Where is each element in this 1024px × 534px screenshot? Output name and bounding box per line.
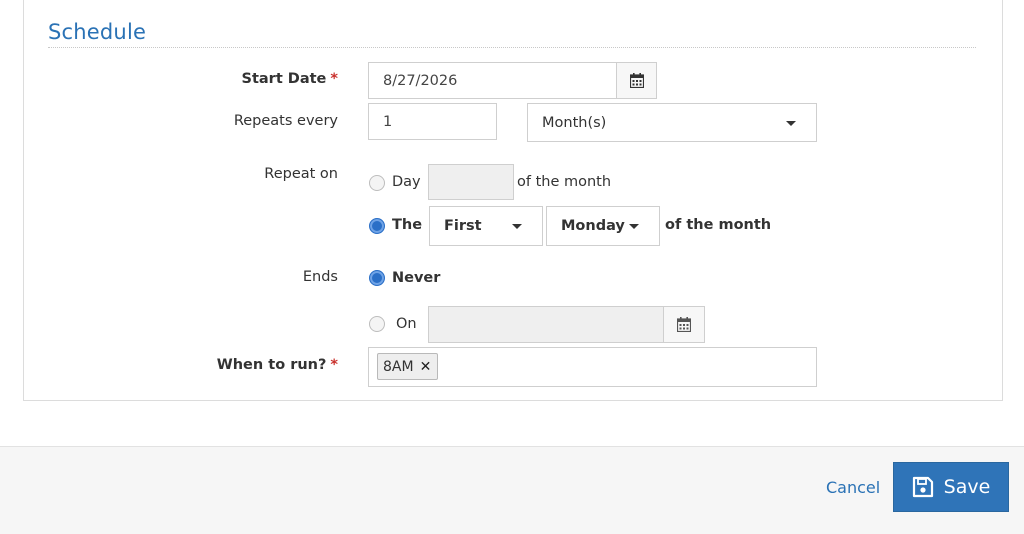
ends-never-radio[interactable] bbox=[369, 270, 385, 286]
chevron-down-icon bbox=[629, 224, 639, 229]
required-marker: * bbox=[330, 357, 338, 373]
repeat-day-suffix: of the month bbox=[517, 174, 612, 190]
weekday-select[interactable]: Monday bbox=[546, 206, 660, 246]
ordinal-select[interactable]: First bbox=[429, 206, 543, 246]
repeat-the-radio[interactable] bbox=[369, 218, 385, 234]
time-tag: 8AM ✕ bbox=[377, 353, 439, 380]
repeat-day-label: Day bbox=[392, 174, 421, 190]
ends-label: Ends bbox=[302, 269, 338, 285]
save-button[interactable]: Save bbox=[893, 462, 1009, 512]
when-to-run-label: When to run? * bbox=[216, 357, 338, 373]
chevron-down-icon bbox=[512, 224, 522, 229]
start-date-input[interactable]: 8/27/2026 bbox=[368, 62, 617, 99]
repeat-day-radio[interactable] bbox=[369, 175, 385, 191]
ordinal-value: First bbox=[444, 218, 482, 234]
repeat-the-suffix: of the month bbox=[665, 217, 772, 233]
save-icon bbox=[912, 476, 933, 498]
required-marker: * bbox=[330, 71, 338, 87]
weekday-value: Monday bbox=[561, 218, 625, 234]
ends-on-calendar-button[interactable] bbox=[663, 306, 705, 343]
section-title: Schedule bbox=[48, 20, 147, 44]
repeat-day-input[interactable] bbox=[428, 164, 514, 200]
repeat-the-label: The bbox=[392, 217, 423, 233]
ends-never-label: Never bbox=[392, 270, 441, 286]
ends-on-radio[interactable] bbox=[369, 316, 385, 332]
repeats-interval-input[interactable]: 1 bbox=[368, 103, 497, 140]
start-date-value: 8/27/2026 bbox=[383, 72, 458, 89]
repeats-interval-value: 1 bbox=[383, 113, 393, 130]
cancel-button[interactable]: Cancel bbox=[826, 478, 880, 497]
close-icon[interactable]: ✕ bbox=[420, 359, 432, 375]
repeats-unit-value: Month(s) bbox=[542, 114, 607, 131]
repeats-every-label: Repeats every bbox=[233, 113, 338, 129]
start-date-label: Start Date * bbox=[241, 71, 338, 87]
save-label: Save bbox=[943, 476, 991, 498]
calendar-icon bbox=[629, 73, 644, 88]
section-divider bbox=[48, 47, 976, 48]
ends-on-date-input[interactable] bbox=[428, 306, 664, 343]
ends-on-label: On bbox=[396, 316, 417, 332]
chevron-down-icon bbox=[786, 121, 796, 126]
repeats-unit-select[interactable]: Month(s) bbox=[527, 103, 817, 142]
start-date-calendar-button[interactable] bbox=[616, 62, 657, 99]
calendar-icon bbox=[677, 317, 691, 332]
repeat-on-label: Repeat on bbox=[264, 166, 338, 182]
time-tag-label: 8AM bbox=[383, 358, 414, 375]
